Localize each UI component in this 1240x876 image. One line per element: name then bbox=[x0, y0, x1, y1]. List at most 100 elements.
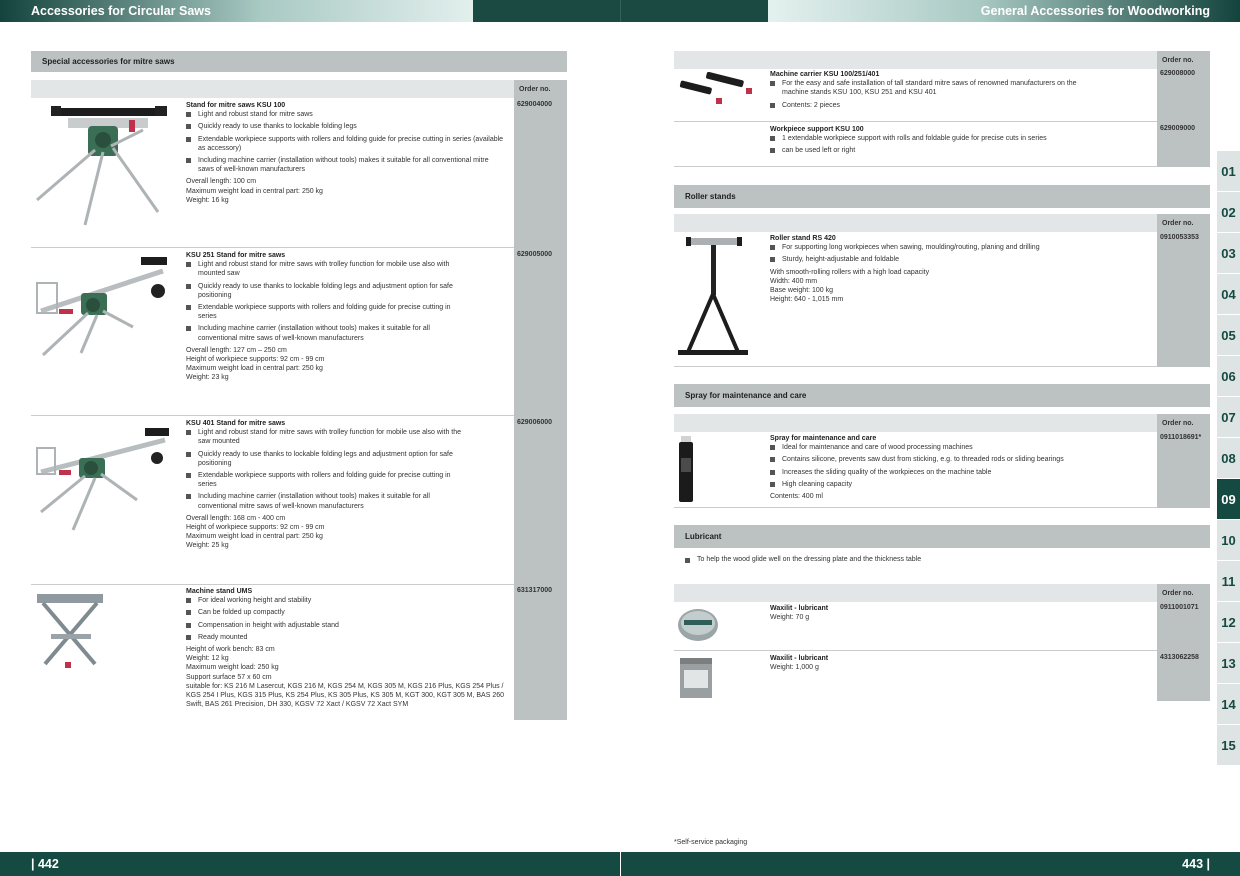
product-spray: Spray for maintenance and care Ideal for… bbox=[770, 434, 1155, 501]
section-title: Special accessories for mitre saws bbox=[42, 57, 175, 66]
feature-list: For supporting long workpieces when sawi… bbox=[770, 243, 1150, 264]
footer-left: | 442 bbox=[0, 852, 620, 876]
feature-item: Quickly ready to use thanks to lockable … bbox=[186, 450, 466, 468]
row-divider bbox=[674, 507, 1157, 508]
order-number: 0910053353 bbox=[1160, 234, 1199, 241]
feature-item: Including machine carrier (installation … bbox=[186, 492, 466, 510]
spec-line: With smooth-rolling rollers with a high … bbox=[770, 268, 930, 276]
chapter-tab[interactable]: 14 bbox=[1217, 684, 1240, 725]
order-no-label: Order no. bbox=[514, 80, 567, 98]
table-header-bar bbox=[674, 584, 1157, 602]
product-roller-stand: Roller stand RS 420 For supporting long … bbox=[770, 234, 1150, 304]
feature-item: Sturdy, height-adjustable and foldable bbox=[770, 255, 1150, 264]
product-ksu100: Stand for mitre saws KSU 100 Light and r… bbox=[186, 101, 506, 205]
product-title: KSU 251 Stand for mitre saws bbox=[186, 252, 286, 259]
machine-carrier-image bbox=[676, 71, 756, 112]
product-title: Waxilit - lubricant bbox=[770, 605, 829, 612]
spec-line: Maximum weight load: 250 kg bbox=[186, 664, 279, 672]
feature-item: For the easy and safe installation of ta… bbox=[770, 79, 1100, 97]
feature-item: For ideal working height and stability bbox=[186, 596, 510, 605]
row-divider bbox=[674, 366, 1157, 367]
feature-item: 1 extendable workpiece support with roll… bbox=[770, 134, 1150, 143]
row-divider bbox=[674, 166, 1157, 167]
header-right: General Accessories for Woodworking bbox=[768, 0, 1240, 22]
product-ksu401: KSU 401 Stand for mitre saws Light and r… bbox=[186, 419, 466, 551]
chapter-tab[interactable]: 10 bbox=[1217, 520, 1240, 561]
stand-ksu401-image bbox=[33, 422, 175, 532]
page-number-left: | 442 bbox=[31, 857, 59, 871]
section-title: Spray for maintenance and care bbox=[685, 391, 807, 400]
spec-line: Height of workpiece supports: 92 cm - 99… bbox=[186, 356, 325, 364]
table-header-bar bbox=[31, 80, 514, 98]
row-divider bbox=[31, 247, 514, 248]
feature-item: Light and robust stand for mitre saws wi… bbox=[186, 428, 466, 446]
chapter-tab[interactable]: 01 bbox=[1217, 151, 1240, 192]
chapter-tab[interactable]: 08 bbox=[1217, 438, 1240, 479]
spec-line: Height: 640 - 1,015 mm bbox=[770, 296, 844, 304]
product-title: Waxilit - lubricant bbox=[770, 655, 829, 662]
spec-line: Weight: 23 kg bbox=[186, 374, 229, 382]
feature-item: Extendable workpiece supports with rolle… bbox=[186, 135, 506, 153]
chapter-tab[interactable]: 06 bbox=[1217, 356, 1240, 397]
spray-can-image bbox=[676, 434, 696, 504]
product-carrier: Machine carrier KSU 100/251/401 For the … bbox=[770, 70, 1100, 113]
roller-stand-image bbox=[676, 234, 751, 362]
order-number: 631317000 bbox=[517, 587, 553, 594]
chapter-tab[interactable]: 07 bbox=[1217, 397, 1240, 438]
order-no-label: Order no. bbox=[1157, 214, 1210, 232]
chapter-tab[interactable]: 12 bbox=[1217, 602, 1240, 643]
feature-list: 1 extendable workpiece support with roll… bbox=[770, 134, 1150, 155]
spec-line: Weight: 16 kg bbox=[186, 196, 229, 204]
stand-ksu100-image bbox=[33, 100, 175, 230]
product-workpiece-support: Workpiece support KSU 100 1 extendable w… bbox=[770, 125, 1150, 159]
section-header-lubricant: Lubricant bbox=[674, 525, 1210, 548]
order-no-label: Order no. bbox=[1157, 51, 1210, 69]
feature-item: Extendable workpiece supports with rolle… bbox=[186, 471, 466, 489]
order-label-text: Order no. bbox=[1162, 419, 1194, 427]
chapter-tab[interactable]: 13 bbox=[1217, 643, 1240, 684]
page-number-right: 443 | bbox=[1182, 857, 1210, 871]
feature-item: Quickly ready to use thanks to lockable … bbox=[186, 282, 466, 300]
order-label-text: Order no. bbox=[519, 85, 551, 93]
feature-item: Contains silicone, prevents saw dust fro… bbox=[770, 455, 1155, 464]
feature-list: Light and robust stand for mitre saws wi… bbox=[186, 428, 466, 511]
product-waxilit-70: Waxilit - lubricant Weight: 70 g bbox=[770, 604, 1070, 622]
feature-item: Light and robust stand for mitre saws wi… bbox=[186, 260, 466, 278]
order-number: 0911001071 bbox=[1160, 604, 1199, 611]
product-title: Roller stand RS 420 bbox=[770, 235, 836, 242]
order-number: 629006000 bbox=[517, 419, 553, 426]
feature-item: Compensation in height with adjustable s… bbox=[186, 621, 510, 630]
feature-item: Light and robust stand for mitre saws bbox=[186, 110, 506, 119]
chapter-tab[interactable]: 02 bbox=[1217, 192, 1240, 233]
order-number: 0911018691* bbox=[1160, 434, 1202, 441]
chapter-tab[interactable]: 15 bbox=[1217, 725, 1240, 766]
header-left: Accessories for Circular Saws bbox=[0, 0, 473, 22]
footnote: *Self-service packaging bbox=[674, 839, 748, 846]
waxilit-tin-small-image bbox=[676, 606, 720, 644]
chapter-tab[interactable]: 11 bbox=[1217, 561, 1240, 602]
product-waxilit-1000: Waxilit - lubricant Weight: 1,000 g bbox=[770, 654, 1070, 672]
section-title: Roller stands bbox=[685, 192, 736, 201]
chapter-tab[interactable]: 04 bbox=[1217, 274, 1240, 315]
feature-list: Light and robust stand for mitre saws wi… bbox=[186, 260, 466, 343]
feature-item: For supporting long workpieces when sawi… bbox=[770, 243, 1150, 252]
table-header-bar bbox=[674, 414, 1157, 432]
chapter-tab[interactable]: 03 bbox=[1217, 233, 1240, 274]
waxilit-tin-large-image bbox=[676, 656, 716, 700]
chapter-tab[interactable]: 09 bbox=[1217, 479, 1240, 520]
product-title: Machine stand UMS bbox=[186, 588, 253, 595]
feature-item: High cleaning capacity bbox=[770, 480, 1155, 489]
chapter-tab[interactable]: 05 bbox=[1217, 315, 1240, 356]
section-header-mitre: Special accessories for mitre saws bbox=[31, 51, 567, 72]
spec-line: Width: 400 mm bbox=[770, 277, 818, 285]
machine-stand-ums-image bbox=[35, 592, 105, 670]
table-header-bar bbox=[674, 214, 1157, 232]
row-divider bbox=[31, 584, 514, 585]
feature-list: Ideal for maintenance and care of wood p… bbox=[770, 443, 1155, 489]
chapter-tabs: 01 02 03 04 05 06 07 08 09 10 11 12 13 1… bbox=[1217, 151, 1240, 766]
spec-line: Overall length: 168 cm - 400 cm bbox=[186, 514, 286, 522]
order-number: 629009000 bbox=[1160, 125, 1196, 132]
spec-line: Weight: 1,000 g bbox=[770, 664, 819, 672]
section-title: Lubricant bbox=[685, 532, 722, 541]
feature-item: Ideal for maintenance and care of wood p… bbox=[770, 443, 1155, 452]
